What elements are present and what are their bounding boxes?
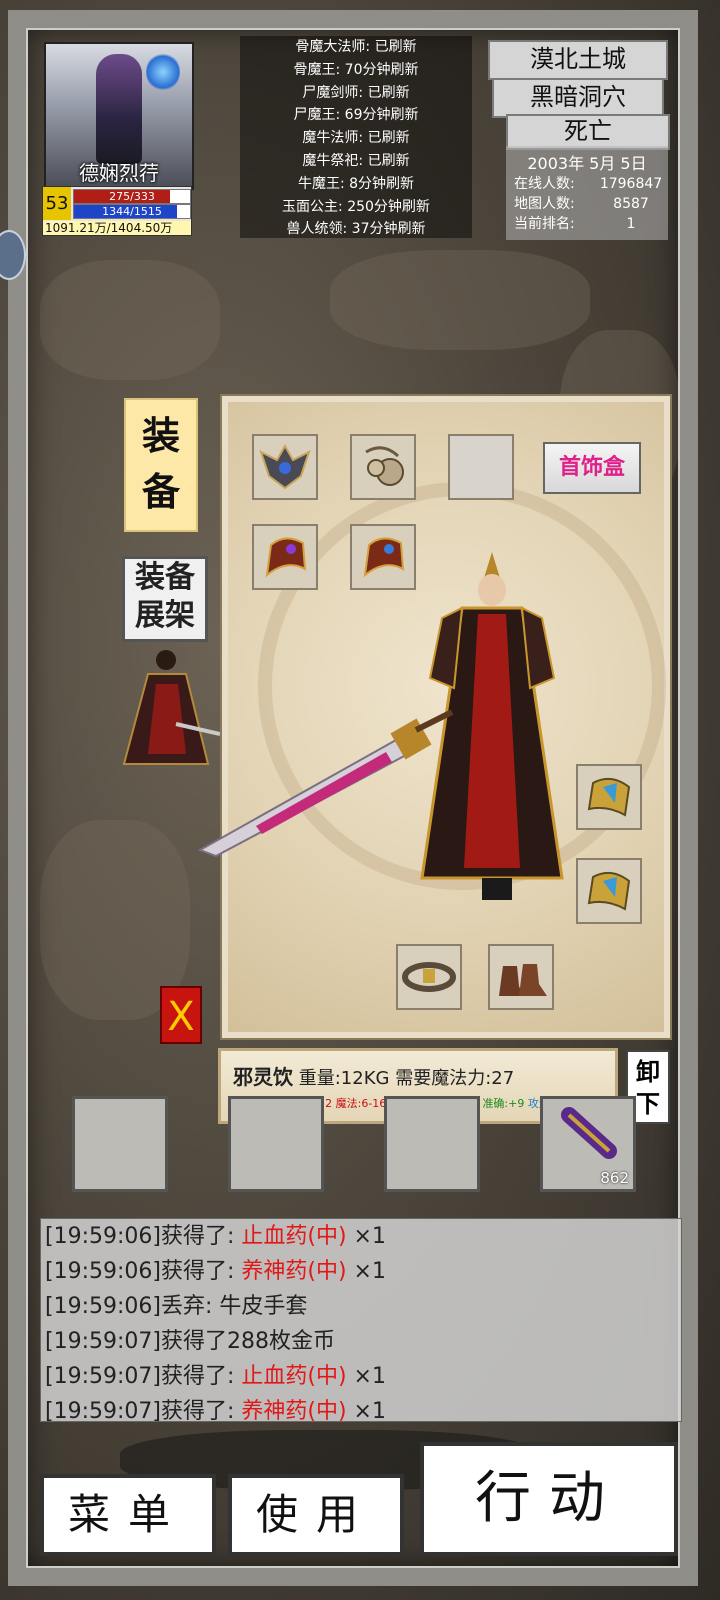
amulet-icon [365, 446, 404, 486]
area-button[interactable]: 黑暗洞穴 [492, 78, 664, 118]
equip-slot-ring-right[interactable] [576, 858, 642, 924]
log-item-name: 养神药(中) [241, 1259, 347, 1284]
log-line: [19:59:06]获得了: 止血药(中) ×1 [41, 1219, 681, 1254]
mp-bar: 1344/1515 [73, 204, 191, 219]
log-quantity: ×1 [346, 1224, 386, 1249]
log-line: [19:59:07]获得了288枚金币 [41, 1324, 681, 1359]
boss-timer-item: 尸魔剑师: 已刷新 [302, 84, 410, 101]
character-figure [96, 54, 142, 164]
equipment-tab-line1: 装 [141, 414, 180, 458]
log-quantity: ×1 [346, 1259, 386, 1284]
item-count: 862 [600, 1169, 629, 1187]
showcase-line1: 装备 [135, 560, 195, 595]
log-text: [19:59:06]丢弃: 牛皮手套 [45, 1294, 308, 1319]
equip-slot-bracelet-left[interactable] [252, 524, 318, 590]
message-log[interactable]: [19:59:06]获得了: 止血药(中) ×1 [19:59:06]获得了: 养… [40, 1218, 682, 1422]
log-text: [19:59:06]获得了: [45, 1259, 242, 1284]
bracer-icon [265, 537, 307, 578]
scroll-icon [561, 1107, 617, 1159]
action-button[interactable]: 行动 [420, 1442, 678, 1556]
equip-slot-empty[interactable] [448, 434, 514, 500]
item-weight: 重量:12KG [298, 1068, 390, 1089]
unequip-line1: 卸 [636, 1058, 660, 1086]
item-stat-value: +9 [508, 1097, 528, 1110]
boss-timer-item: 尸魔王: 69分钟刷新 [293, 107, 419, 124]
menu-button[interactable]: 菜单 [40, 1474, 216, 1556]
helmet-icon [259, 443, 311, 490]
boss-timer-item: 玉面公主: 250分钟刷新 [282, 198, 430, 215]
close-equipment-button[interactable]: X [160, 986, 202, 1044]
log-item-name: 止血药(中) [241, 1224, 347, 1249]
character-name: 德娴烈荇 [79, 161, 159, 185]
quick-slot-1[interactable] [72, 1096, 168, 1192]
character-portrait[interactable]: 德娴烈荇 [44, 42, 194, 190]
log-line: [19:59:06]丢弃: 牛皮手套 [41, 1289, 681, 1324]
equip-slot-amulet[interactable] [350, 434, 416, 500]
equipment-tab[interactable]: 装 备 [124, 398, 198, 532]
sword-weapon-icon [197, 710, 454, 858]
quick-slot-3[interactable] [384, 1096, 480, 1192]
log-text: [19:59:07]获得了: [45, 1364, 242, 1389]
boss-timer-item: 魔牛法师: 已刷新 [302, 130, 410, 147]
boss-timer-item: 牛魔王: 8分钟刷新 [297, 175, 415, 192]
online-value: 1796847 [599, 176, 663, 192]
log-line: [19:59:07]获得了: 止血药(中) ×1 [41, 1359, 681, 1394]
boots-icon [499, 964, 547, 996]
character-stats: 53 275/333 1344/1515 1091.21万/1404.50万 [42, 186, 192, 236]
item-requirement: 需要魔法力:27 [395, 1068, 515, 1089]
status-button[interactable]: 死亡 [506, 114, 670, 150]
rank-label: 当前排名: [514, 216, 575, 232]
exp-text: 1091.21万/1404.50万 [43, 221, 191, 235]
mp-text: 1344/1515 [102, 205, 162, 218]
belt-icon [402, 962, 456, 992]
item-name: 邪灵饮 [233, 1065, 293, 1089]
equip-slot-belt[interactable] [396, 944, 462, 1010]
equipment-tab-line2: 备 [141, 470, 180, 514]
log-quantity: ×1 [346, 1399, 386, 1422]
hp-text: 275/333 [109, 190, 155, 203]
online-label: 在线人数: [514, 176, 575, 192]
equipment-showcase-button[interactable]: 装备 展架 [122, 556, 208, 642]
ring-icon [587, 777, 631, 817]
log-line: [19:59:07]获得了: 养神药(中) ×1 [41, 1394, 681, 1422]
log-text: [19:59:07]获得了288枚金币 [45, 1329, 335, 1354]
boss-timer-item: 兽人统领: 37分钟刷新 [286, 221, 426, 238]
showcase-line2: 展架 [135, 598, 195, 633]
boss-timer-item: 骨魔王: 70分钟刷新 [293, 61, 419, 78]
boss-timer-list: 骨魔大法师: 已刷新 骨魔王: 70分钟刷新 尸魔剑师: 已刷新 尸魔王: 69分钟刷… [240, 36, 472, 238]
server-info: 2003年 5月 5日 在线人数: 1796847 地图人数: 8587 当前排名:… [506, 146, 668, 240]
log-item-name: 养神药(中) [241, 1399, 347, 1422]
log-text: [19:59:06]获得了: [45, 1224, 242, 1249]
quick-slot-4[interactable]: 862 [540, 1096, 636, 1192]
item-stat-label: 准确: [482, 1097, 509, 1110]
ring-icon [587, 871, 631, 911]
item-title: 邪灵饮 重量:12KG 需要魔法力:27 [233, 1061, 514, 1090]
log-item-name: 止血药(中) [241, 1364, 347, 1389]
use-button[interactable]: 使用 [228, 1474, 404, 1556]
log-text: [19:59:07]获得了: [45, 1399, 242, 1422]
boss-timer-item: 骨魔大法师: 已刷新 [295, 39, 417, 55]
jewelry-box-button[interactable]: 首饰盒 [543, 442, 641, 494]
rank-value: 1 [626, 216, 636, 232]
game-date: 2003年 5月 5日 [527, 154, 647, 173]
map-count-label: 地图人数: [514, 196, 575, 212]
quick-slot-2[interactable] [228, 1096, 324, 1192]
level-badge: 53 [43, 187, 71, 220]
equip-slot-ring-left[interactable] [576, 764, 642, 830]
magic-orb-icon [146, 52, 180, 92]
boss-timer-item: 魔牛祭祀: 已刷新 [302, 152, 410, 169]
item-stat-label: 魔法: [335, 1097, 362, 1110]
log-line: [19:59:06]获得了: 养神药(中) ×1 [41, 1254, 681, 1289]
log-quantity: ×1 [346, 1364, 386, 1389]
equip-slot-boots[interactable] [488, 944, 554, 1010]
map-count-value: 8587 [613, 196, 649, 212]
equip-slot-helmet[interactable] [252, 434, 318, 500]
city-button[interactable]: 漠北土城 [488, 40, 668, 80]
hp-bar: 275/333 [73, 189, 191, 204]
